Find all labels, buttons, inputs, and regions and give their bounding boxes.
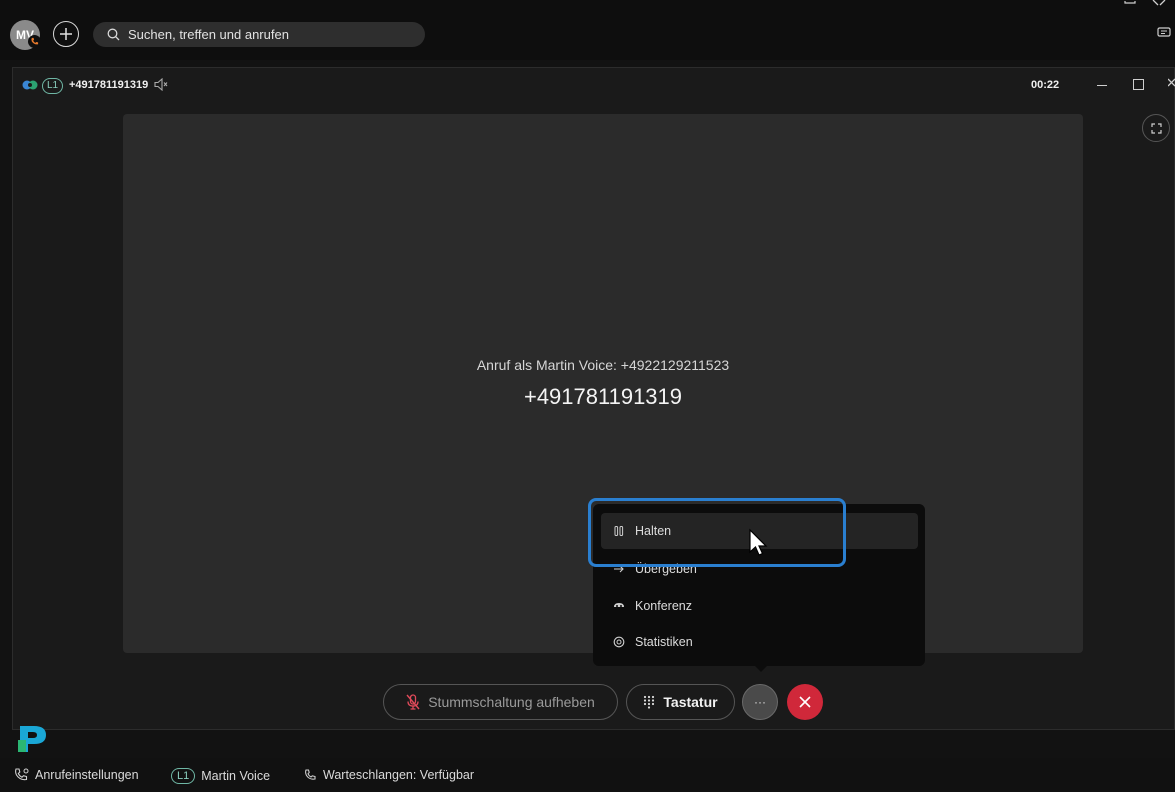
fullscreen-button[interactable] <box>1142 114 1170 142</box>
window-maximize-icon[interactable] <box>1133 79 1144 90</box>
end-call-button[interactable] <box>787 684 823 720</box>
search-input[interactable]: Suchen, treffen und anrufen <box>93 22 425 47</box>
mouse-cursor-icon <box>748 528 770 558</box>
webex-logo-icon <box>22 78 38 92</box>
queue-phone-icon <box>305 768 316 780</box>
app-close-icon[interactable] <box>1152 0 1166 6</box>
chat-icon[interactable] <box>1157 27 1171 39</box>
more-options-button[interactable]: ··· <box>742 684 778 720</box>
presence-phone-icon <box>28 35 41 48</box>
highlight-box <box>588 498 846 567</box>
call-settings-label: Anrufeinstellungen <box>35 768 139 782</box>
plus-icon <box>60 28 72 40</box>
fullscreen-icon <box>1150 122 1162 134</box>
ellipsis-icon: ··· <box>754 695 766 709</box>
call-timer: 00:22 <box>1031 79 1060 91</box>
queue-label: Warteschlangen: Verfügbar <box>323 768 475 782</box>
search-placeholder: Suchen, treffen und anrufen <box>128 27 289 42</box>
microphone-muted-icon <box>406 694 420 710</box>
call-header-number: +491781191319 <box>69 79 149 91</box>
caller-info: Anruf als Martin Voice: +4922129211523 <box>476 357 730 373</box>
app-logo-icon <box>18 726 48 752</box>
keypad-label: Tastatur <box>663 694 718 710</box>
menu-item-conference[interactable]: Konferenz <box>601 588 918 624</box>
app-minimize-icon[interactable] <box>1124 0 1136 4</box>
line-badge: L1 <box>42 78 64 94</box>
search-icon <box>107 28 120 41</box>
line-status[interactable]: L1 Martin Voice <box>171 768 270 784</box>
line-badge-status: L1 <box>171 768 196 784</box>
statistics-icon <box>613 636 625 648</box>
menu-item-label: Konferenz <box>635 599 692 613</box>
window-minimize-icon[interactable] <box>1097 85 1107 86</box>
line-name: Martin Voice <box>201 769 271 783</box>
keypad-button[interactable]: Tastatur <box>626 684 735 720</box>
phone-settings-icon <box>15 768 29 781</box>
call-settings[interactable]: Anrufeinstellungen <box>14 768 139 782</box>
close-icon <box>799 696 811 708</box>
menu-caret <box>753 664 769 672</box>
conference-icon <box>614 603 624 607</box>
speaker-icon[interactable] <box>154 78 168 91</box>
unmute-label: Stummschaltung aufheben <box>428 694 595 710</box>
caller-number: +491781191319 <box>523 384 683 409</box>
menu-item-statistics[interactable]: Statistiken <box>601 624 918 660</box>
add-button[interactable] <box>53 21 79 47</box>
queue-status[interactable]: Warteschlangen: Verfügbar <box>304 768 474 782</box>
unmute-button[interactable]: Stummschaltung aufheben <box>383 684 618 720</box>
window-close-icon[interactable] <box>1168 78 1175 90</box>
keypad-icon <box>644 695 655 709</box>
menu-item-label: Statistiken <box>635 635 693 649</box>
